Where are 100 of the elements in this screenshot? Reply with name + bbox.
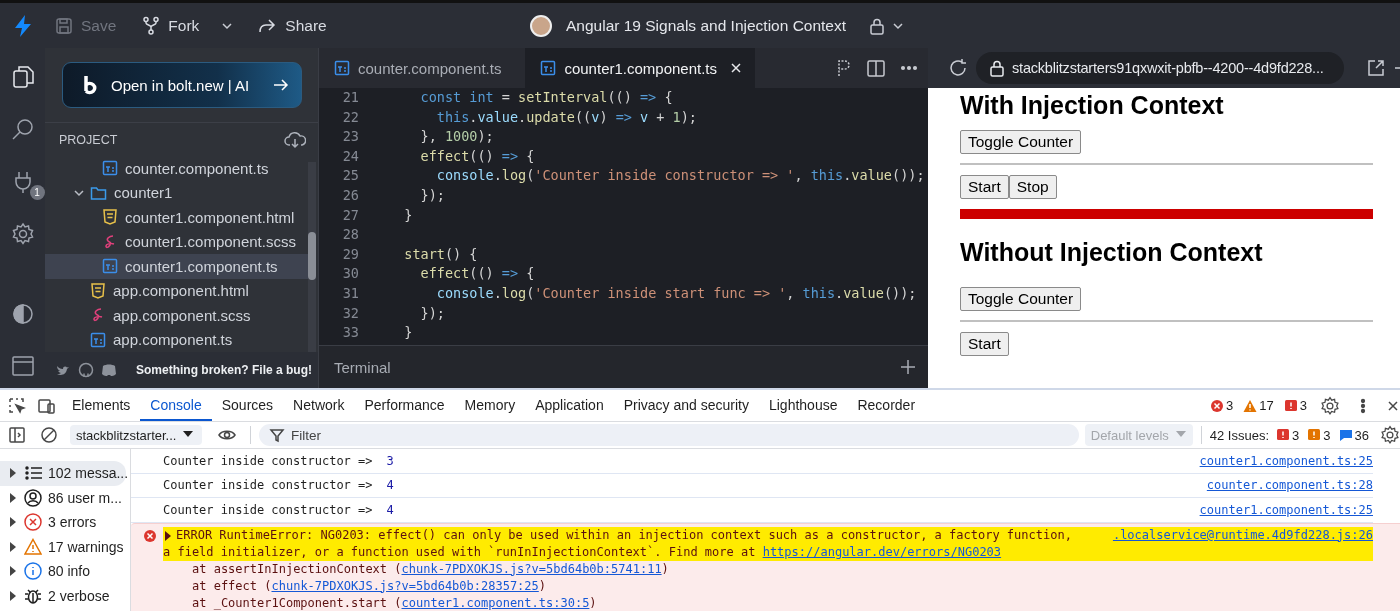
terminal-tab[interactable]: Terminal <box>334 358 391 376</box>
devtools-tab[interactable]: Memory <box>454 390 526 421</box>
line-number: 29 <box>341 244 360 264</box>
share-button[interactable]: Share <box>247 10 337 41</box>
promo-button[interactable]: Open in bolt.new | AI <box>62 62 302 108</box>
close-icon[interactable] <box>1386 398 1400 413</box>
scrollbar[interactable] <box>308 162 316 352</box>
preview-button[interactable]: Stop <box>1008 175 1057 199</box>
warnings-button[interactable]: 17 <box>1240 398 1277 413</box>
source-link[interactable]: chunk-7PDXOKJS.js?v=5bd64b0b:28357:25 <box>271 578 539 593</box>
preview-button[interactable]: Toggle Counter <box>960 287 1082 311</box>
settings-icon[interactable] <box>1380 425 1400 445</box>
issue-count[interactable]: 3 <box>1304 427 1334 443</box>
devtools-tab[interactable]: Recorder <box>847 390 926 421</box>
docs-link[interactable]: https://angular.dev/errors/NG0203 <box>762 544 1002 559</box>
inspect-icon[interactable] <box>8 396 26 415</box>
devtools-tab[interactable]: Elements <box>62 390 141 421</box>
filter-icon <box>269 427 285 443</box>
folder-icon <box>90 184 107 201</box>
issues-button[interactable]: 3 <box>1280 398 1310 413</box>
devtools-tab[interactable]: Sources <box>211 390 284 421</box>
chat-icon[interactable] <box>101 362 117 378</box>
external-link-icon[interactable] <box>1366 58 1386 78</box>
issue-icon <box>1276 428 1291 442</box>
source-link[interactable]: counter1.component.ts:25 <box>1199 453 1373 468</box>
clear-icon[interactable] <box>40 426 58 444</box>
preview-button[interactable]: Start <box>960 332 1009 356</box>
sidebar-icon[interactable] <box>8 426 26 444</box>
layout-icon[interactable] <box>10 354 35 378</box>
share-icon <box>257 16 278 35</box>
expand-icon <box>8 467 18 480</box>
address-field[interactable]: stackblitzstarters91qxwxit-pbfb--4200--4d9fd228... <box>976 52 1344 84</box>
line-number: 32 <box>341 303 360 323</box>
tree-item[interactable]: app.component.scss <box>45 303 308 328</box>
code-text: console.log('Counter inside constructor => ', this.value()); <box>435 166 925 186</box>
editor-tab[interactable]: counter.component.ts <box>319 48 526 88</box>
issue-count[interactable]: 3 <box>1273 427 1303 443</box>
reload-icon[interactable] <box>948 58 968 78</box>
settings-icon[interactable] <box>1320 395 1340 416</box>
expand-icon <box>8 565 18 578</box>
devtools-tab[interactable]: Privacy and security <box>613 390 759 421</box>
devtools-tab[interactable]: Network <box>283 390 355 421</box>
editor-tab[interactable]: counter1.component.ts <box>525 48 756 88</box>
code-text: } <box>403 323 413 343</box>
tree-item[interactable]: counter1.component.html <box>45 205 308 230</box>
tree-item[interactable]: counter1.component.ts <box>45 254 308 279</box>
tree-item[interactable]: app.component.html <box>45 278 308 303</box>
split-view-icon[interactable] <box>866 58 886 78</box>
source-link[interactable]: .localservice@runtime.4d9fd228.js:26 <box>1112 526 1373 544</box>
filter-item[interactable]: 102 messa... <box>0 461 126 486</box>
source-link[interactable]: counter1.component.ts:30:5 <box>401 595 590 610</box>
filter-field[interactable]: Filter <box>259 424 1079 446</box>
devtools-tab[interactable]: Lighthouse <box>758 390 848 421</box>
errors-button[interactable]: 3 <box>1207 398 1237 413</box>
source-link[interactable]: counter.component.ts:28 <box>1206 478 1373 493</box>
log-value: 3 <box>386 453 394 468</box>
search-icon[interactable] <box>10 118 35 142</box>
device-icon[interactable] <box>38 396 56 415</box>
cloud-download-icon[interactable] <box>284 129 306 150</box>
expand-icon <box>8 589 18 602</box>
filter-item[interactable]: 17 warnings <box>0 534 126 559</box>
filter-item[interactable]: 80 info <box>0 559 126 584</box>
issues-label: 42 Issues: <box>1209 427 1270 443</box>
context-select[interactable]: stackblitzstarter... <box>70 425 202 445</box>
add-icon[interactable] <box>900 359 916 375</box>
devtools-tab[interactable]: Application <box>525 390 614 421</box>
tree-item[interactable]: counter1.component.scss <box>45 229 308 254</box>
source-link[interactable]: counter1.component.ts:25 <box>1199 502 1373 517</box>
file-icon <box>102 160 118 177</box>
filter-item[interactable]: 3 errors <box>0 510 126 535</box>
heading: With Injection Context <box>960 90 1225 120</box>
user-icon <box>24 488 42 507</box>
code-text: const int = setInterval(() => { <box>419 88 673 107</box>
code-text: }); <box>419 303 445 323</box>
settings-icon[interactable] <box>10 222 35 246</box>
expand-icon <box>8 540 18 553</box>
preview-button[interactable]: Start <box>960 175 1009 199</box>
contrast-icon[interactable] <box>10 302 35 326</box>
devtools-tab[interactable]: Console <box>140 390 212 421</box>
fork-button[interactable]: Fork <box>132 9 210 42</box>
code-text: effect(() => { <box>419 264 535 284</box>
source-link[interactable]: chunk-7PDXOKJS.js?v=5bd64b0b:5741:11 <box>401 561 662 576</box>
code-text: }, 1000); <box>419 127 494 147</box>
tree-item[interactable]: counter1 <box>45 180 308 205</box>
filter-item[interactable]: 86 user m... <box>0 485 126 510</box>
line-number: 26 <box>341 185 360 205</box>
issue-count[interactable]: 36 <box>1335 427 1372 443</box>
line-number: 24 <box>341 146 360 166</box>
line-number: 21 <box>341 88 360 107</box>
close-icon[interactable] <box>729 61 744 75</box>
preview-button[interactable]: Toggle Counter <box>960 130 1082 154</box>
tree-item[interactable]: counter.component.ts <box>45 156 308 181</box>
log-text: Counter inside constructor => <box>163 478 373 493</box>
files-icon[interactable] <box>10 64 35 90</box>
filter-item[interactable]: 2 verbose <box>0 583 126 608</box>
tree-item[interactable]: app.component.ts <box>45 327 308 352</box>
devtools-tab[interactable]: Performance <box>354 390 455 421</box>
error-icon <box>24 513 42 532</box>
avatar <box>530 14 552 37</box>
heading: Without Injection Context <box>960 237 1264 267</box>
